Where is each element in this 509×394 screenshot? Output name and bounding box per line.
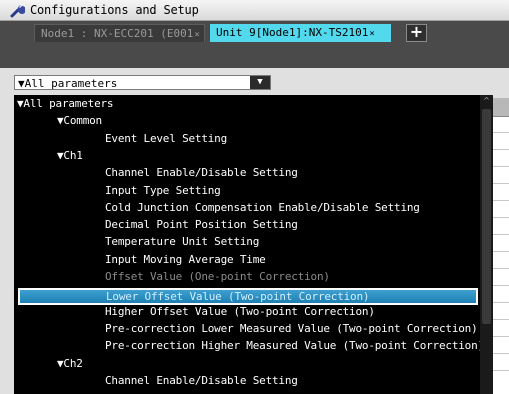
list-item[interactable]: Decimal Point Position Setting bbox=[14, 216, 480, 233]
list-item[interactable]: Cold Junction Compensation Enable/Disabl… bbox=[14, 199, 480, 216]
list-item[interactable]: ▼Common bbox=[14, 112, 480, 129]
tab-bar: Node1 : NX-ECC201 (E001× Unit 9[Node1]:N… bbox=[0, 21, 509, 68]
list-item[interactable]: Event Level Setting bbox=[14, 130, 480, 147]
window-title-bar: Configurations and Setup bbox=[0, 0, 509, 21]
list-item[interactable]: Input Moving Average Time bbox=[14, 251, 480, 268]
tab-node1-coupler[interactable]: Node1 : NX-ECC201 (E001× bbox=[34, 24, 205, 42]
tab-label: Node1 : NX-ECC201 (E001 bbox=[41, 27, 194, 40]
parameter-filter-dropdown[interactable]: ▼All parameters ▼ bbox=[14, 75, 271, 90]
tab-label: Unit 9[Node1]:NX-TS2101 bbox=[216, 26, 369, 39]
scrollbar-thumb[interactable] bbox=[482, 109, 491, 324]
add-tab-button[interactable]: + bbox=[406, 24, 427, 42]
list-item[interactable]: Offset Value (One-point Correction) bbox=[14, 268, 480, 285]
list-item[interactable]: ▼Ch2 bbox=[14, 355, 480, 372]
window-title: Configurations and Setup bbox=[30, 3, 199, 17]
list-item[interactable]: Channel Enable/Disable Setting bbox=[14, 164, 480, 181]
list-item[interactable]: Pre-correction Higher Measured Value (Tw… bbox=[14, 337, 480, 354]
list-item[interactable]: Higher Offset Value (Two-point Correctio… bbox=[14, 303, 480, 320]
list-item[interactable]: Temperature Unit Setting bbox=[14, 233, 480, 250]
list-item[interactable]: ▼All parameters bbox=[14, 95, 480, 112]
list-item[interactable]: ▼Ch1 bbox=[14, 147, 480, 164]
list-item[interactable]: Channel Enable/Disable Setting bbox=[14, 372, 480, 389]
dropdown-scrollbar[interactable]: ^ bbox=[480, 95, 493, 394]
filter-selected-value: ▼All parameters bbox=[18, 77, 118, 90]
close-tab-icon[interactable]: × bbox=[369, 29, 374, 39]
main-panel: ▼All parameters ▼ ] ] ▼All parameters▼Co… bbox=[0, 68, 509, 394]
list-item[interactable]: Pre-correction Lower Measured Value (Two… bbox=[14, 320, 480, 337]
close-tab-icon[interactable]: × bbox=[194, 30, 199, 40]
tab-unit9-temperature[interactable]: Unit 9[Node1]:NX-TS2101× bbox=[210, 24, 391, 42]
scroll-up-icon[interactable]: ^ bbox=[480, 95, 493, 107]
list-item[interactable]: Input Type Setting bbox=[14, 182, 480, 199]
wrench-icon bbox=[10, 5, 25, 18]
parameter-dropdown-list: ▼All parameters ▼Common Event Level Settin… bbox=[14, 95, 480, 394]
chevron-down-icon[interactable]: ▼ bbox=[250, 76, 270, 89]
